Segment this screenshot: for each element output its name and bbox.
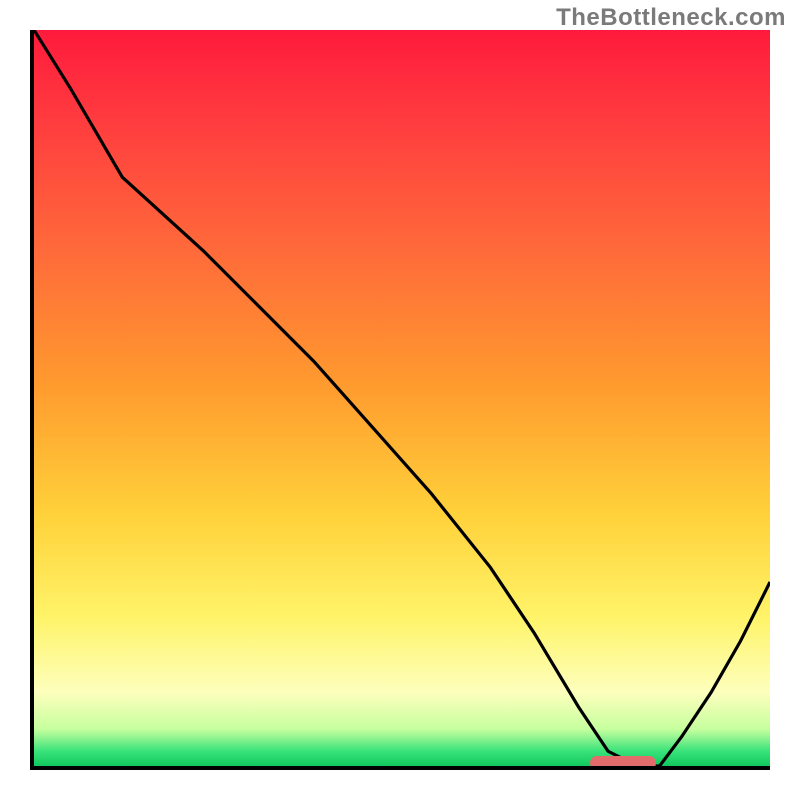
curve-svg [34, 30, 770, 766]
bottleneck-curve [34, 30, 770, 766]
optimal-marker [590, 756, 656, 770]
watermark-text: TheBottleneck.com [556, 4, 786, 32]
chart-plot-area [30, 30, 770, 770]
